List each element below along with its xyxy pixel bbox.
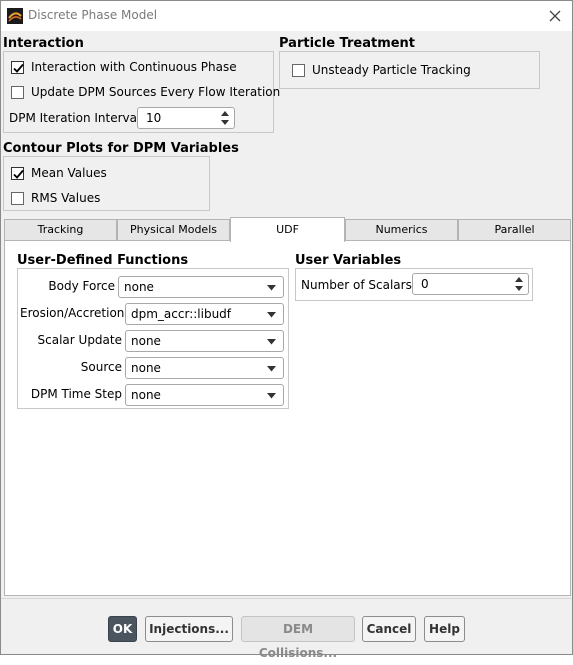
help-button[interactable]: Help xyxy=(424,616,465,642)
iteration-interval-input[interactable]: 10 xyxy=(137,107,235,129)
erosion-label: Erosion/Accretion xyxy=(20,306,125,320)
interaction-group: Interaction with Continuous Phase Update… xyxy=(3,51,280,133)
rms-values-checkbox-row[interactable]: RMS Values xyxy=(11,189,100,207)
udf-tab-panel: User-Defined Functions Body Force none E… xyxy=(4,240,571,596)
ansys-icon xyxy=(7,8,23,24)
chevron-down-icon xyxy=(267,312,276,318)
unsteady-tracking-checkbox[interactable] xyxy=(292,63,305,77)
continuous-phase-checkbox[interactable] xyxy=(11,60,24,74)
tab-physical-models[interactable]: Physical Models xyxy=(117,219,230,241)
udf-group: Body Force none Erosion/Accretion dpm_ac… xyxy=(17,268,289,409)
dialog-content: Interaction Interaction with Continuous … xyxy=(1,31,572,598)
num-scalars-label: Number of Scalars xyxy=(301,278,412,292)
ok-button[interactable]: OK xyxy=(108,616,137,642)
dialog-window: Discrete Phase Model Interaction Interac… xyxy=(0,0,573,660)
close-icon[interactable] xyxy=(544,5,566,27)
title-bar: Discrete Phase Model xyxy=(1,1,572,31)
tab-parallel[interactable]: Parallel xyxy=(458,219,571,241)
rms-values-label: RMS Values xyxy=(31,191,101,205)
mean-values-checkbox-row[interactable]: Mean Values xyxy=(11,164,107,182)
dialog-footer: OK Injections... DEM Collisions... Cance… xyxy=(1,598,572,660)
source-select[interactable]: none xyxy=(125,357,284,379)
erosion-value: dpm_accr::libudf xyxy=(131,307,232,321)
tab-numerics[interactable]: Numerics xyxy=(345,219,458,241)
erosion-select[interactable]: dpm_accr::libudf xyxy=(125,303,284,325)
user-variables-title: User Variables xyxy=(295,253,402,268)
continuous-phase-label: Interaction with Continuous Phase xyxy=(31,60,237,74)
rms-values-checkbox[interactable] xyxy=(11,191,24,205)
particle-treatment-title: Particle Treatment xyxy=(279,36,416,51)
interaction-title: Interaction xyxy=(3,36,84,51)
time-step-label: DPM Time Step xyxy=(30,387,122,401)
particle-treatment-group: Unsteady Particle Tracking xyxy=(279,51,540,89)
spinner-arrows-icon[interactable] xyxy=(220,109,230,127)
update-sources-checkbox[interactable] xyxy=(11,85,24,99)
body-force-label: Body Force xyxy=(48,279,115,293)
check-icon xyxy=(13,169,24,179)
num-scalars-value: 0 xyxy=(421,277,429,291)
contour-plots-group: Mean Values RMS Values xyxy=(3,156,210,211)
time-step-value: none xyxy=(131,388,161,402)
chevron-down-icon xyxy=(267,393,276,399)
continuous-phase-checkbox-row[interactable]: Interaction with Continuous Phase xyxy=(11,58,237,76)
mean-values-checkbox[interactable] xyxy=(11,166,24,180)
cancel-button[interactable]: Cancel xyxy=(362,616,416,642)
iteration-interval-value: 10 xyxy=(146,111,162,125)
chevron-down-icon xyxy=(267,339,276,345)
body-force-value: none xyxy=(124,280,154,294)
scalar-update-value: none xyxy=(131,334,161,348)
spinner-arrows-icon[interactable] xyxy=(514,275,524,293)
update-sources-label: Update DPM Sources Every Flow Iteration xyxy=(31,85,281,99)
source-label: Source xyxy=(80,360,122,374)
tab-udf[interactable]: UDF xyxy=(230,217,345,242)
body-force-select[interactable]: none xyxy=(118,276,284,298)
num-scalars-input[interactable]: 0 xyxy=(412,273,529,295)
iteration-interval-label: DPM Iteration Interval xyxy=(9,111,141,125)
unsteady-tracking-checkbox-row[interactable]: Unsteady Particle Tracking xyxy=(292,61,471,79)
update-sources-checkbox-row[interactable]: Update DPM Sources Every Flow Iteration xyxy=(11,83,280,101)
unsteady-tracking-label: Unsteady Particle Tracking xyxy=(312,63,471,77)
dem-collisions-button[interactable]: DEM Collisions... xyxy=(241,616,355,660)
time-step-select[interactable]: none xyxy=(125,384,284,406)
window-title: Discrete Phase Model xyxy=(28,8,158,22)
check-icon xyxy=(13,63,24,73)
scalar-update-label: Scalar Update xyxy=(37,333,122,347)
source-value: none xyxy=(131,361,161,375)
user-variables-group: Number of Scalars 0 xyxy=(295,268,533,301)
chevron-down-icon xyxy=(267,366,276,372)
scalar-update-select[interactable]: none xyxy=(125,330,284,352)
tab-bar: Tracking Physical Models UDF Numerics Pa… xyxy=(4,217,571,242)
chevron-down-icon xyxy=(267,285,276,291)
udf-title: User-Defined Functions xyxy=(17,253,189,268)
tab-tracking[interactable]: Tracking xyxy=(4,219,117,241)
mean-values-label: Mean Values xyxy=(31,166,107,180)
contour-plots-title: Contour Plots for DPM Variables xyxy=(3,141,239,156)
injections-button[interactable]: Injections... xyxy=(145,616,233,642)
